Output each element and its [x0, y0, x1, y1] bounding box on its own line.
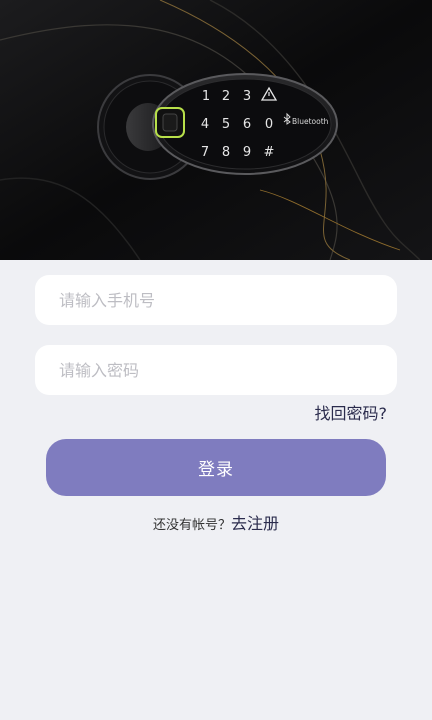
keypad-key-1: 1 — [202, 89, 210, 104]
keypad-key-5: 5 — [222, 117, 230, 132]
keypad-key-7: 7 — [201, 145, 209, 160]
register-prompt: 还没有帐号？去注册 — [0, 510, 432, 534]
fingerprint-sensor-icon — [155, 107, 185, 138]
login-button[interactable]: 登录 — [46, 439, 386, 496]
keypad-brand-label: Bluetooth — [292, 117, 329, 126]
smart-lock-illustration: 1 2 3 4 5 6 0 7 8 9 # Bluetooth — [0, 0, 432, 260]
forgot-password-link[interactable]: 找回密码? — [315, 400, 388, 424]
keypad-key-8: 8 — [222, 145, 230, 160]
keypad-key-6: 6 — [243, 117, 251, 132]
register-link[interactable]: 去注册 — [231, 514, 279, 533]
keypad-key-4: 4 — [201, 117, 209, 132]
phone-field[interactable] — [35, 275, 397, 325]
keypad-key-2: 2 — [222, 89, 230, 104]
login-button-label: 登录 — [198, 460, 234, 480]
phone-input[interactable] — [57, 289, 381, 311]
keypad-key-9: 9 — [243, 145, 251, 160]
keypad-key-0: 0 — [265, 117, 273, 132]
keypad-key-3: 3 — [243, 89, 251, 104]
password-field[interactable] — [35, 345, 397, 395]
keypad-key-hash: # — [264, 145, 275, 160]
no-account-label: 还没有帐号？ — [152, 518, 231, 533]
password-input[interactable] — [57, 359, 381, 381]
hero-image: 1 2 3 4 5 6 0 7 8 9 # Bluetooth — [0, 0, 432, 260]
